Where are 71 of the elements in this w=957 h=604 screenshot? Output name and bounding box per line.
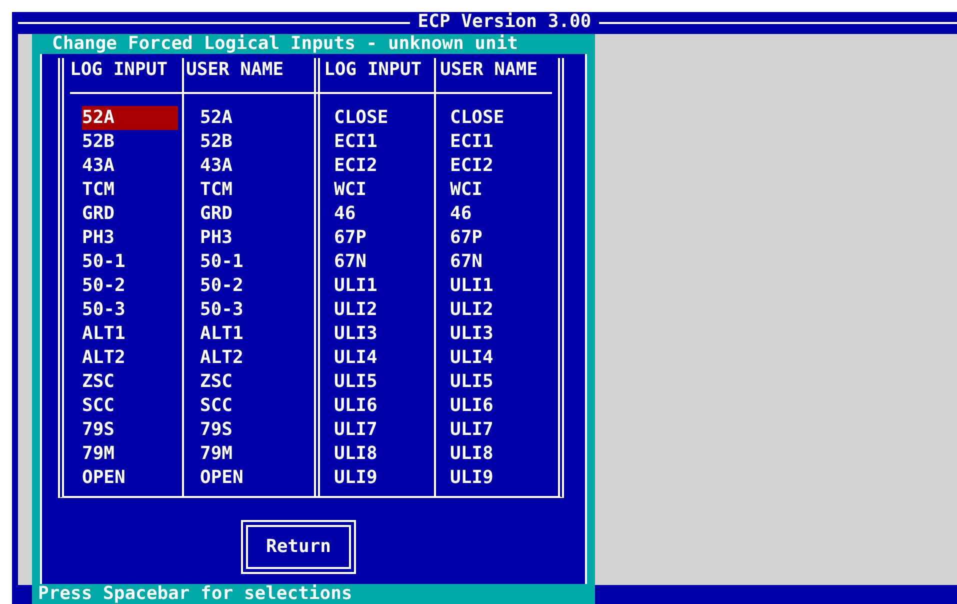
table-cell-text: ULI3: [334, 322, 378, 346]
table-cell[interactable]: 50-2: [82, 274, 178, 298]
table-cell[interactable]: 79M: [82, 442, 178, 466]
table-cell-text: ULI9: [450, 466, 494, 490]
table-cell[interactable]: 52A: [82, 106, 178, 130]
table-cell-text: ULI6: [334, 394, 378, 418]
table-cell-text: CLOSE: [450, 106, 506, 130]
table-cell-text: ULI5: [450, 370, 494, 394]
table-cell[interactable]: 79S: [82, 418, 178, 442]
table-cell-text: GRD: [200, 202, 234, 226]
table-cell-text: 43A: [200, 154, 234, 178]
column-header: USER NAME: [182, 58, 314, 92]
table-cell-text: WCI: [334, 178, 368, 202]
table-cell-text: ECI2: [334, 154, 378, 178]
table-cell-text: 67P: [450, 226, 484, 250]
table-cell[interactable]: TCM: [82, 178, 178, 202]
table-cell-text: 50-2: [200, 274, 244, 298]
table-cell-text: ULI4: [450, 346, 494, 370]
table-cell-text: ECI1: [450, 130, 494, 154]
table-cell-text: 52B: [200, 130, 234, 154]
table-cell-text: ULI2: [450, 298, 494, 322]
table-cell-text: ECI2: [450, 154, 494, 178]
table-cell-text: ALT1: [200, 322, 244, 346]
table-cell-text: ULI1: [334, 274, 378, 298]
table-cell[interactable]: SCC: [82, 394, 178, 418]
table-cell-text: ULI4: [334, 346, 378, 370]
table-cell-text: ULI8: [334, 442, 378, 466]
table-cell-text: ULI9: [334, 466, 378, 490]
table-cell[interactable]: ALT1: [82, 322, 178, 346]
table-cell-text: WCI: [450, 178, 484, 202]
return-button[interactable]: Return: [240, 520, 356, 574]
table-cell-text: 52A: [200, 106, 234, 130]
table-cell-text: CLOSE: [334, 106, 390, 130]
table-cell-text: 46: [450, 202, 473, 226]
table-cell-text: 46: [334, 202, 357, 226]
table-cell-text: ULI8: [450, 442, 494, 466]
table-cell[interactable]: ZSC: [82, 370, 178, 394]
table-cell-text: ULI6: [450, 394, 494, 418]
column-header: LOG INPUT: [70, 58, 169, 82]
table-cell-text: 67P: [334, 226, 368, 250]
table-cell-text: OPEN: [200, 466, 244, 490]
column-header: LOG INPUT: [314, 58, 434, 92]
table-cell-text: 50-3: [200, 298, 244, 322]
table-cell-text: 67N: [450, 250, 484, 274]
table-cell-text: ECI1: [334, 130, 378, 154]
table-cell[interactable]: GRD: [82, 202, 178, 226]
table-cell[interactable]: 50-1: [82, 250, 178, 274]
table-cell-text: PH3: [200, 226, 234, 250]
table-cell-text: 79M: [200, 442, 234, 466]
status-text: Press Spacebar for selections: [38, 584, 352, 604]
table-cell-text: ULI5: [334, 370, 378, 394]
table-cell[interactable]: PH3: [82, 226, 178, 250]
table-cell-text: ULI3: [450, 322, 494, 346]
table-cell[interactable]: ALT2: [82, 346, 178, 370]
table-cell-text: 50-1: [200, 250, 244, 274]
table-cell-text: 79S: [200, 418, 234, 442]
table-cell[interactable]: 52B: [82, 130, 178, 154]
table-cell[interactable]: OPEN: [82, 466, 178, 490]
table-cell-text: ULI7: [450, 418, 494, 442]
column-header: USER NAME: [434, 58, 552, 92]
table-cell-text: 67N: [334, 250, 368, 274]
dialog-title: Change Forced Logical Inputs - unknown unit: [52, 34, 518, 54]
table-cell[interactable]: 43A: [82, 154, 178, 178]
table-cell-text: ULI1: [450, 274, 494, 298]
table-cell-text: SCC: [200, 394, 234, 418]
table-cell-text: ALT2: [200, 346, 244, 370]
table-cell-text: ULI2: [334, 298, 378, 322]
table-cell[interactable]: 50-3: [82, 298, 178, 322]
table-cell-text: ULI7: [334, 418, 378, 442]
table-cell-text: TCM: [200, 178, 234, 202]
table-cell-text: ZSC: [200, 370, 234, 394]
